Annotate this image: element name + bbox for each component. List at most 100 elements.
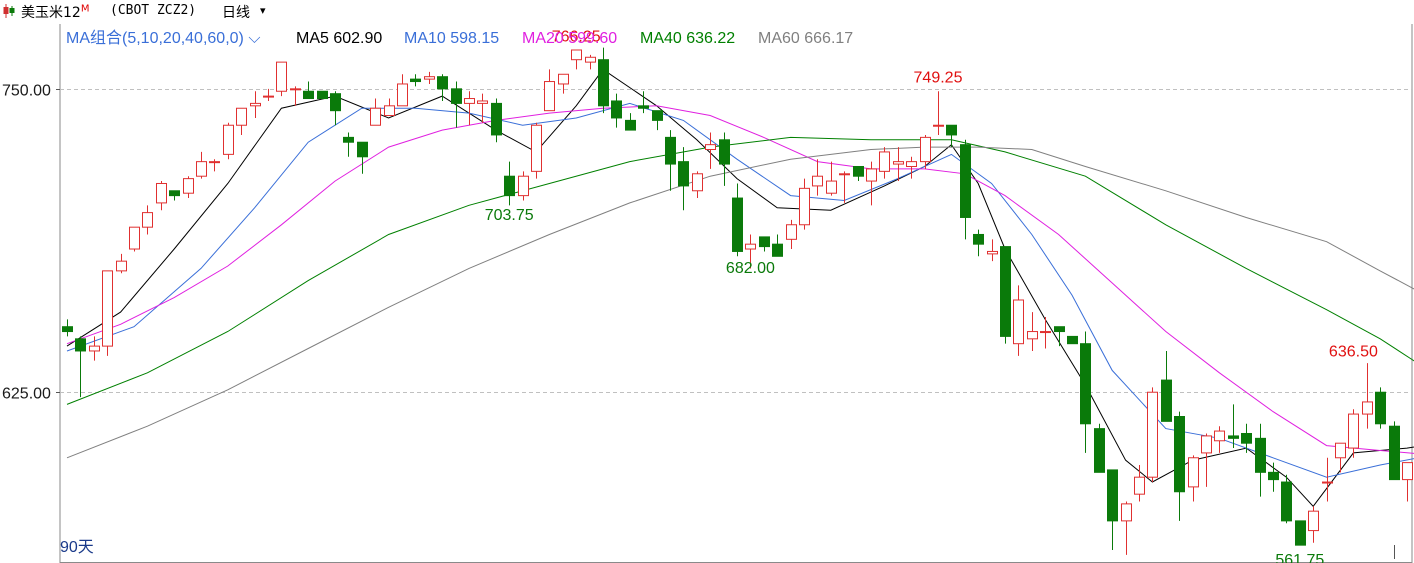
candle-down xyxy=(1255,423,1266,497)
candle-up xyxy=(786,219,797,250)
candle-up xyxy=(933,91,944,135)
candle-body xyxy=(1402,462,1413,481)
candle-body xyxy=(638,105,649,109)
candle-body xyxy=(223,124,234,155)
candle-down xyxy=(1000,246,1011,344)
candle-body xyxy=(437,76,448,90)
candle-body xyxy=(772,243,783,257)
candle-down xyxy=(1389,421,1400,481)
candle-body xyxy=(585,56,596,63)
candle-body xyxy=(866,168,877,182)
candle-body xyxy=(1134,476,1145,495)
candle-up xyxy=(518,171,529,201)
candle-up xyxy=(183,176,194,199)
candle-body xyxy=(906,161,917,167)
candle-body xyxy=(343,136,354,143)
candle-body xyxy=(196,161,207,177)
candle-up xyxy=(826,161,837,196)
candle-down xyxy=(853,165,864,182)
candle-up xyxy=(1147,387,1158,483)
candle-body xyxy=(504,175,515,197)
candle-body xyxy=(960,144,971,218)
y-tick-label: 750.00 xyxy=(2,83,51,100)
candle-up xyxy=(1402,462,1413,502)
candle-down xyxy=(491,98,502,143)
candle-up xyxy=(464,91,475,126)
candle-up xyxy=(384,98,395,117)
contract-month-badge: M xyxy=(80,3,90,15)
candle-body xyxy=(933,124,944,127)
candle-body xyxy=(1295,520,1306,546)
ma-line-ma60 xyxy=(66,146,1414,459)
candle-body xyxy=(1094,428,1105,473)
candlestick-chart[interactable]: 750.00625.00 766.25749.25703.75682.00636… xyxy=(0,24,1414,563)
candle-body xyxy=(1107,469,1118,522)
candle-down xyxy=(504,161,515,206)
ma-group-selector[interactable]: MA组合(5,10,20,40,60,0) ⌵ xyxy=(66,29,260,47)
candle-up xyxy=(987,239,998,262)
candle-up xyxy=(544,69,555,112)
candle-up xyxy=(1308,506,1319,543)
candle-body xyxy=(759,236,770,248)
candle-down xyxy=(1281,474,1292,524)
candle-body xyxy=(1040,331,1051,334)
candle-down xyxy=(1268,462,1279,492)
candle-down xyxy=(62,319,73,337)
candle-body xyxy=(183,178,194,194)
candle-up xyxy=(1348,409,1359,458)
legend-ma10: MA10 598.15 xyxy=(404,30,499,47)
candle-body xyxy=(1000,246,1011,337)
candle-body xyxy=(464,98,475,104)
candle-body xyxy=(1027,331,1038,340)
candle-down xyxy=(973,229,984,257)
period-selector[interactable]: 日线 xyxy=(222,2,250,22)
candle-body xyxy=(477,100,488,104)
candle-body xyxy=(129,226,140,250)
candle-body xyxy=(732,197,743,252)
candle-body xyxy=(799,187,810,226)
candle-up xyxy=(920,134,931,169)
candle-up xyxy=(558,73,569,94)
candle-body xyxy=(1389,425,1400,481)
candle-up xyxy=(799,178,810,230)
candle-body xyxy=(1308,510,1319,532)
candle-up xyxy=(156,181,167,211)
candle-down xyxy=(1067,335,1078,345)
candle-body xyxy=(1174,416,1185,493)
candle-up xyxy=(531,122,542,179)
candle-body xyxy=(826,180,837,194)
candle-down xyxy=(678,147,689,211)
candle-body xyxy=(544,81,555,112)
candle-up xyxy=(276,61,287,97)
candle-body xyxy=(209,161,220,164)
candle-body xyxy=(1080,343,1091,425)
price-annotation: 561.75 xyxy=(1275,552,1324,563)
candle-up xyxy=(1040,316,1051,349)
candle-up xyxy=(879,147,890,179)
candle-body xyxy=(303,90,314,100)
candle-body xyxy=(879,151,890,172)
candle-body xyxy=(920,136,931,163)
candle-up xyxy=(812,159,823,196)
candle-body xyxy=(290,88,301,91)
candle-body xyxy=(1375,391,1386,425)
chevron-down-icon[interactable]: ▾ xyxy=(260,4,266,17)
candle-body xyxy=(598,59,609,107)
candle-down xyxy=(611,93,622,128)
candle-down xyxy=(732,183,743,257)
candle-down xyxy=(1375,387,1386,429)
candle-down xyxy=(1228,404,1239,449)
candle-up xyxy=(209,159,220,172)
candle-down xyxy=(772,234,783,257)
candle-body xyxy=(611,100,622,119)
candle-body xyxy=(1322,481,1333,484)
candle-body xyxy=(169,190,180,197)
candle-body xyxy=(786,224,797,240)
candle-body xyxy=(1255,437,1266,473)
candle-down xyxy=(410,74,421,87)
candle-body xyxy=(236,107,247,126)
candle-up xyxy=(1322,457,1333,502)
candle-up xyxy=(906,156,917,179)
candle-body xyxy=(250,102,261,107)
candle-body xyxy=(142,212,153,228)
